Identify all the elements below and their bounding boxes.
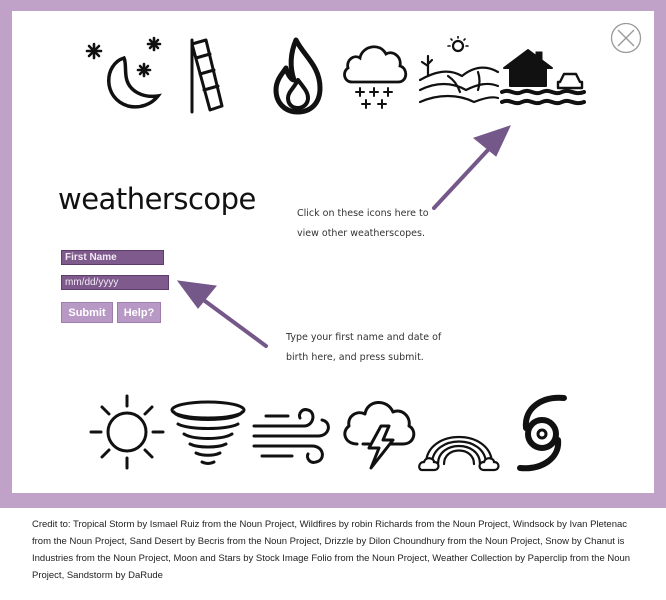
tornado-icon[interactable]	[166, 398, 250, 470]
wind-icon[interactable]	[252, 404, 334, 468]
arrow-to-icons	[432, 125, 511, 210]
thunderstorm-icon[interactable]	[337, 396, 417, 472]
credits-text: Credit to: Tropical Storm by Ismael Ruiz…	[32, 519, 631, 581]
sun-icon[interactable]	[88, 392, 166, 470]
rainbow-icon[interactable]	[418, 420, 500, 472]
tropical-storm-icon[interactable]	[512, 392, 572, 472]
arrow-to-form	[176, 280, 268, 348]
